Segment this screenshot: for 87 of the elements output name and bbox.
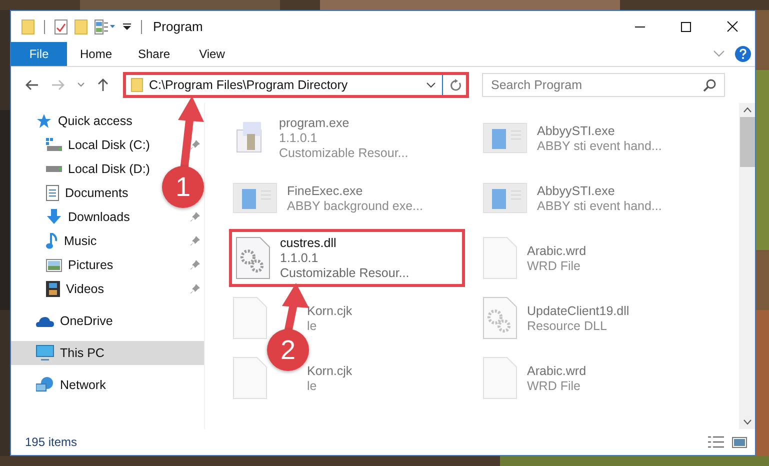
nav-item[interactable]: Local Disk (C:): [11, 133, 156, 157]
file-detail: ABBY sti event hand...: [537, 198, 662, 212]
monitor-icon: [36, 345, 54, 361]
scroll-down-icon[interactable]: [742, 419, 752, 425]
maximize-icon: [681, 22, 691, 32]
gear-file-icon: [483, 297, 517, 339]
folder-icon: [131, 78, 143, 92]
drive-icon: [46, 138, 62, 152]
music-note-icon: [46, 233, 58, 249]
cloud-icon: [36, 316, 54, 326]
file-detail: 1.1.0.1: [279, 131, 318, 145]
nav-item[interactable]: Pictures: [11, 253, 120, 277]
document-icon: [46, 185, 59, 201]
file-name: Arabic.wrd: [527, 244, 586, 258]
file-detail: 1.1.0.1: [280, 251, 320, 265]
file-name: custres.dll: [280, 236, 338, 250]
close-icon: [726, 21, 738, 32]
search-bar[interactable]: Search Program: [482, 73, 725, 97]
file-name: Korn.cjk: [307, 304, 352, 318]
pin-icon[interactable]: [190, 284, 200, 294]
refresh-icon[interactable]: [449, 78, 462, 92]
file-icon: [233, 357, 267, 399]
search-icon[interactable]: [703, 78, 716, 92]
nav-item[interactable]: This PC: [11, 341, 204, 365]
file-name: Arabic.wrd: [527, 364, 586, 378]
nav-item[interactable]: Documents: [11, 181, 134, 205]
pin-icon[interactable]: [190, 236, 200, 246]
file-detail: le: [307, 318, 318, 332]
pin-icon[interactable]: [190, 212, 200, 222]
ribbon-tab[interactable]: Home: [67, 42, 125, 66]
pin-icon[interactable]: [190, 260, 200, 270]
file-icon: [483, 237, 517, 279]
nav-item[interactable]: OneDrive: [11, 309, 119, 333]
film-icon: [46, 281, 60, 297]
details-view-icon[interactable]: [708, 436, 724, 448]
file-icon: [483, 357, 517, 399]
scroll-thumb[interactable]: [740, 117, 754, 167]
item-count: 195 items: [25, 435, 78, 449]
scrollbar[interactable]: [739, 103, 755, 429]
file-icon: [233, 297, 267, 339]
file-detail: WRD File: [527, 258, 582, 272]
file-name: FineExec.exe: [287, 184, 364, 198]
star-icon: [36, 113, 52, 129]
download-icon: [46, 209, 62, 225]
gear-file-icon: [236, 237, 270, 279]
nav-item[interactable]: Network: [11, 373, 112, 397]
caret-icon[interactable]: [122, 22, 132, 32]
ribbon-tab[interactable]: File: [11, 42, 67, 66]
app-window-icon: [483, 123, 527, 153]
nav-item[interactable]: Videos: [11, 277, 110, 301]
file-name: UpdateClient19.dll: [527, 304, 630, 318]
picture-icon: [46, 258, 62, 272]
ribbon-tab[interactable]: Share: [125, 42, 183, 66]
up-icon[interactable]: [97, 78, 109, 92]
file-detail: ABBY sti event hand...: [537, 138, 662, 152]
file-name: AbbyySTI.exe: [537, 184, 616, 198]
network-icon: [36, 377, 54, 393]
back-icon[interactable]: [25, 79, 39, 91]
file-detail: WRD File: [527, 378, 582, 392]
pin-icon[interactable]: [190, 140, 200, 150]
file-detail: le: [307, 378, 318, 392]
ribbon-tab[interactable]: View: [183, 42, 241, 66]
layout-icon[interactable]: [94, 18, 116, 34]
file-name: AbbyySTI.exe: [537, 124, 616, 138]
nav-item[interactable]: Local Disk (D:): [11, 157, 156, 181]
help-icon[interactable]: [735, 46, 751, 62]
app-window-icon: [483, 183, 527, 213]
file-item[interactable]: custres.dll 1.1.0.1 Customizable Resour...: [229, 229, 465, 287]
address-field[interactable]: C:\Program Files\Program Directory: [149, 78, 420, 92]
large-icons-view-icon[interactable]: [732, 436, 747, 448]
file-detail: ABBY background exe...: [287, 198, 423, 212]
nav-item[interactable]: Quick access: [11, 109, 138, 133]
scroll-up-icon[interactable]: [742, 107, 752, 113]
nav-item[interactable]: Music: [11, 229, 103, 253]
file-detail: Customizable Resour...: [280, 266, 410, 280]
file-name: Korn.cjk: [307, 364, 352, 378]
minimize-icon: [634, 26, 646, 28]
address-bar[interactable]: C:\Program Files\Program Directory: [123, 72, 469, 98]
file-detail: Resource DLL: [527, 318, 608, 332]
window-title: Program: [153, 19, 203, 34]
nav-item[interactable]: Downloads: [11, 205, 136, 229]
file-detail: Customizable Resour...: [279, 146, 408, 160]
file-name: program.exe: [279, 116, 350, 130]
app-window-icon: [233, 183, 277, 213]
chevron-icon[interactable]: [426, 82, 436, 88]
drive-icon: [46, 166, 62, 172]
properties-icon[interactable]: [54, 18, 68, 34]
